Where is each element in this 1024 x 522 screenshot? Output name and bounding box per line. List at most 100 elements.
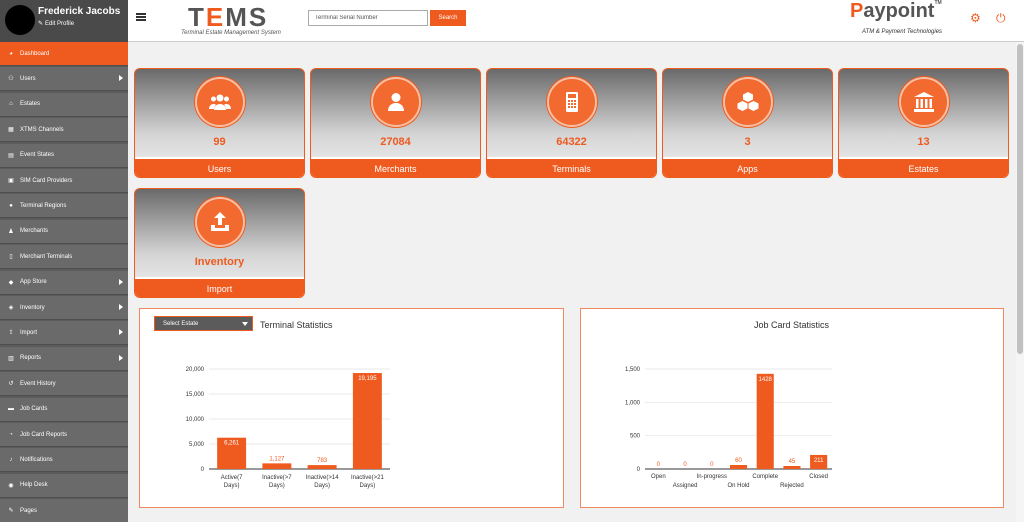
bank-icon-badge bbox=[899, 77, 949, 127]
sidebar-item-pages[interactable]: ✎ Pages bbox=[0, 499, 128, 522]
stat-card-estates[interactable]: 13 Estates bbox=[838, 68, 1009, 178]
sidebar-item-label: Job Card Reports bbox=[20, 431, 68, 438]
stat-card-label: Terminals bbox=[487, 157, 656, 177]
upload-icon bbox=[211, 212, 229, 231]
stat-card-merchants[interactable]: 27084 Merchants bbox=[310, 68, 481, 178]
grid-icon: ▦ bbox=[8, 127, 14, 134]
y-tick-label: 5,000 bbox=[189, 442, 205, 448]
sidebar-item-label: Notifications bbox=[20, 456, 53, 463]
terminal-search-input[interactable] bbox=[308, 10, 428, 26]
sidebar-item-label: Help Desk bbox=[20, 482, 48, 489]
y-tick-label: 1,500 bbox=[625, 367, 641, 373]
sidebar-item-event-history[interactable]: ↺ Event History bbox=[0, 372, 128, 397]
y-tick-label: 10,000 bbox=[186, 417, 205, 423]
bar-value-label: 6,261 bbox=[224, 441, 240, 447]
sidebar-item-help-desk[interactable]: ◉ Help Desk bbox=[0, 473, 128, 498]
stat-card-import[interactable]: Inventory Import bbox=[134, 188, 305, 298]
stat-card-label: Estates bbox=[839, 157, 1008, 177]
x-tick-label: Inactive(>21 bbox=[351, 475, 385, 481]
x-tick-label: Days) bbox=[224, 483, 240, 489]
sidebar-item-terminal-regions[interactable]: ● Terminal Regions bbox=[0, 194, 128, 219]
terminal-icon: ▯ bbox=[9, 254, 13, 261]
x-tick-label: Days) bbox=[314, 483, 330, 489]
sidebar-item-merchant-terminals[interactable]: ▯ Merchant Terminals bbox=[0, 245, 128, 270]
stat-card-value: 64322 bbox=[556, 136, 587, 148]
sim-card-icon: ▣ bbox=[8, 178, 14, 184]
sidebar-item-xtms-channels[interactable]: ▦ XTMS Channels bbox=[0, 118, 128, 143]
sidebar-item-label: Terminal Regions bbox=[20, 202, 67, 209]
bar[interactable] bbox=[307, 465, 337, 469]
sidebar-item-merchants[interactable]: ♟ Merchants bbox=[0, 219, 128, 244]
bar-value-label: 0 bbox=[657, 462, 661, 468]
paypoint-logo-subtitle: ATM & Payment Technologies bbox=[862, 29, 943, 35]
bar[interactable] bbox=[262, 463, 292, 469]
stat-card-label: Merchants bbox=[311, 157, 480, 177]
stat-card-terminals[interactable]: 64322 Terminals bbox=[486, 68, 657, 178]
bar[interactable] bbox=[729, 465, 748, 469]
stat-card-value: 99 bbox=[213, 136, 226, 148]
page-scrollbar[interactable] bbox=[1016, 42, 1024, 522]
sidebar-item-reports[interactable]: ▥ Reports bbox=[0, 346, 128, 371]
calculator-icon-badge bbox=[547, 77, 597, 127]
stat-card-apps[interactable]: 3 Apps bbox=[662, 68, 833, 178]
bar-value-label: 1428 bbox=[759, 377, 773, 383]
sidebar-item-label: Users bbox=[20, 75, 36, 82]
sidebar-item-inventory[interactable]: ◈ Inventory bbox=[0, 296, 128, 320]
box-icon: ◈ bbox=[8, 305, 14, 311]
gear-icon[interactable]: ⚙ bbox=[970, 12, 981, 24]
job-card-statistics-panel: Job Card Statistics 0 500 1,000 1,500 0 Open 0… bbox=[580, 308, 1004, 508]
stat-card-value: 27084 bbox=[380, 136, 411, 148]
sidebar-item-label: Inventory bbox=[20, 304, 45, 311]
sidebar-item-import[interactable]: ⇪ Import bbox=[0, 321, 128, 346]
stat-card-users[interactable]: 99 Users bbox=[134, 68, 305, 178]
x-tick-label: Days) bbox=[360, 483, 376, 489]
sidebar-item-job-cards[interactable]: ▬ Job Cards bbox=[0, 397, 128, 422]
paypoint-logo: PaypointTM bbox=[850, 0, 942, 22]
x-tick-label: Days) bbox=[269, 483, 285, 489]
power-icon[interactable]: ⏻ bbox=[996, 12, 1006, 24]
edit-profile-link[interactable]: ✎ Edit Profile bbox=[38, 20, 74, 27]
sidebar-item-label: SIM Card Providers bbox=[20, 177, 73, 184]
sidebar-item-dashboard[interactable]: ◕ Dashboard bbox=[0, 42, 128, 66]
stat-card-value: 3 bbox=[744, 136, 751, 148]
sidebar-item-label: Event States bbox=[20, 152, 55, 159]
stat-card-value: Inventory bbox=[194, 256, 245, 268]
sidebar-item-job-card-reports[interactable]: ◔ Job Card Reports bbox=[0, 423, 128, 447]
profile-name: Frederick Jacobs bbox=[38, 6, 121, 17]
menu-toggle-icon[interactable] bbox=[136, 13, 146, 21]
bar-value-label: 1,127 bbox=[269, 456, 285, 462]
sidebar-item-event-states[interactable]: ▤ Event States bbox=[0, 143, 128, 168]
cubes-icon bbox=[737, 92, 759, 111]
bar[interactable] bbox=[352, 373, 382, 469]
sidebar-item-estates[interactable]: ⌂ Estates bbox=[0, 92, 128, 117]
sidebar-item-sim-card-providers[interactable]: ▣ SIM Card Providers bbox=[0, 169, 128, 193]
bar[interactable] bbox=[756, 373, 774, 469]
sidebar-item-label: Reports bbox=[20, 355, 42, 362]
x-tick-label: Complete bbox=[752, 474, 778, 480]
x-tick-label: Closed bbox=[809, 474, 828, 480]
x-tick-label: Inactive(>7 bbox=[262, 475, 292, 481]
x-tick-label: Active(7 bbox=[221, 475, 243, 481]
x-tick-label: Assigned bbox=[673, 483, 698, 489]
users-icon-badge bbox=[195, 77, 245, 127]
stat-card-label: Users bbox=[135, 157, 304, 177]
sidebar-item-users[interactable]: ⚇ Users bbox=[0, 67, 128, 92]
sidebar-item-label: Merchant Terminals bbox=[20, 253, 73, 260]
sidebar-item-app-store[interactable]: ◆ App Store bbox=[0, 270, 128, 295]
search-button[interactable]: Search bbox=[430, 10, 466, 26]
globe-icon: ● bbox=[9, 202, 13, 209]
avatar[interactable] bbox=[5, 5, 35, 35]
chevron-right-icon bbox=[119, 278, 123, 285]
bar[interactable] bbox=[783, 466, 801, 469]
scrollbar-thumb[interactable] bbox=[1017, 44, 1023, 354]
help-icon: ◉ bbox=[8, 482, 14, 489]
user-icon bbox=[388, 93, 404, 111]
sidebar-item-label: Merchants bbox=[20, 228, 49, 235]
y-tick-label: 0 bbox=[637, 467, 641, 473]
sidebar-item-notifications[interactable]: ♪ Notifications bbox=[0, 448, 128, 473]
chart-icon: ◔ bbox=[9, 431, 13, 438]
sidebar: Frederick Jacobs ✎ Edit Profile ◕ Dashboar… bbox=[0, 0, 128, 522]
edit-profile-label: Edit Profile bbox=[45, 21, 75, 27]
terminal-statistics-chart: 0 5,000 10,000 15,000 20,000 6,261 Active(7 Day… bbox=[186, 367, 390, 489]
report-icon: ▥ bbox=[8, 355, 14, 362]
